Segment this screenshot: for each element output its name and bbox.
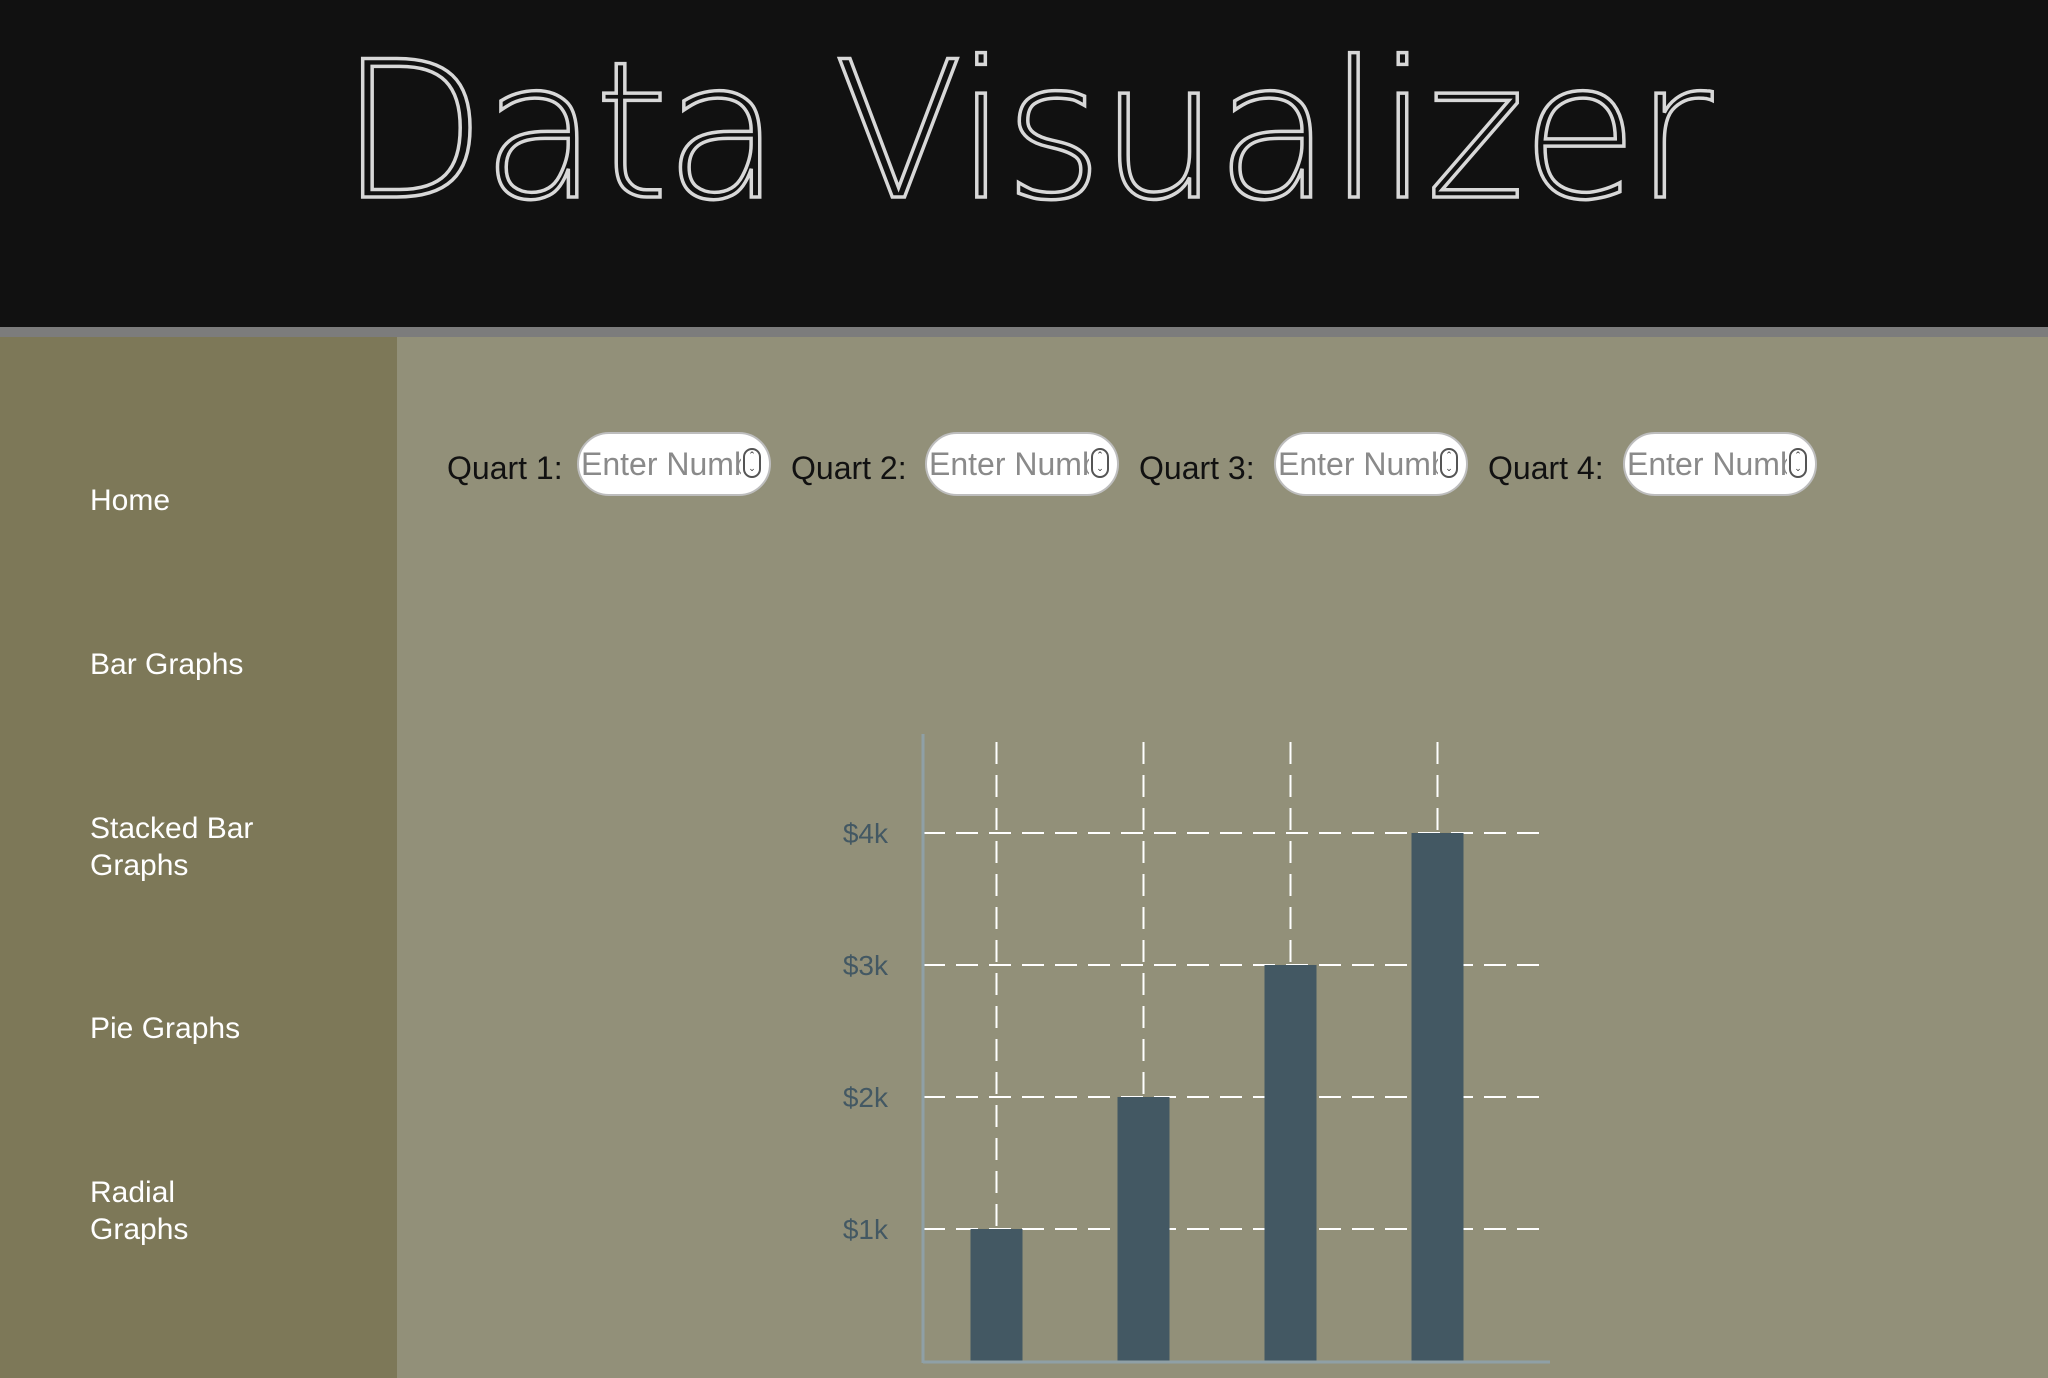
- page-title: Data Visualizer: [338, 20, 1714, 244]
- bar: [1411, 833, 1464, 1361]
- sidebar-item-home[interactable]: Home: [90, 482, 380, 519]
- sidebar-item-bar-graphs[interactable]: Bar Graphs: [90, 646, 380, 683]
- y-tick-label: $4k: [843, 818, 889, 849]
- sidebar: Home Bar Graphs Stacked Bar Graphs Pie G…: [0, 337, 397, 1378]
- bar: [1264, 965, 1317, 1361]
- bar-chart: $1k $2k $3k $4k: [843, 734, 1550, 1364]
- header-divider: [0, 327, 2048, 337]
- y-tick-label: $1k: [843, 1214, 889, 1245]
- sidebar-item-stacked-bar-graphs[interactable]: Stacked Bar Graphs: [90, 810, 300, 884]
- sidebar-item-pie-graphs[interactable]: Pie Graphs: [90, 1010, 380, 1047]
- y-tick-label: $3k: [843, 950, 889, 981]
- bar: [1117, 1097, 1170, 1361]
- bar: [970, 1229, 1023, 1361]
- app-header: Data Visualizer: [0, 0, 2048, 327]
- sidebar-item-radial-graphs[interactable]: Radial Graphs: [90, 1174, 210, 1248]
- main-content: Quart 1: ⌃ ⌄ Quart 2: ⌃ ⌄ Quart 3: ⌃ ⌄ Q…: [397, 337, 2048, 1378]
- y-tick-label: $2k: [843, 1082, 889, 1113]
